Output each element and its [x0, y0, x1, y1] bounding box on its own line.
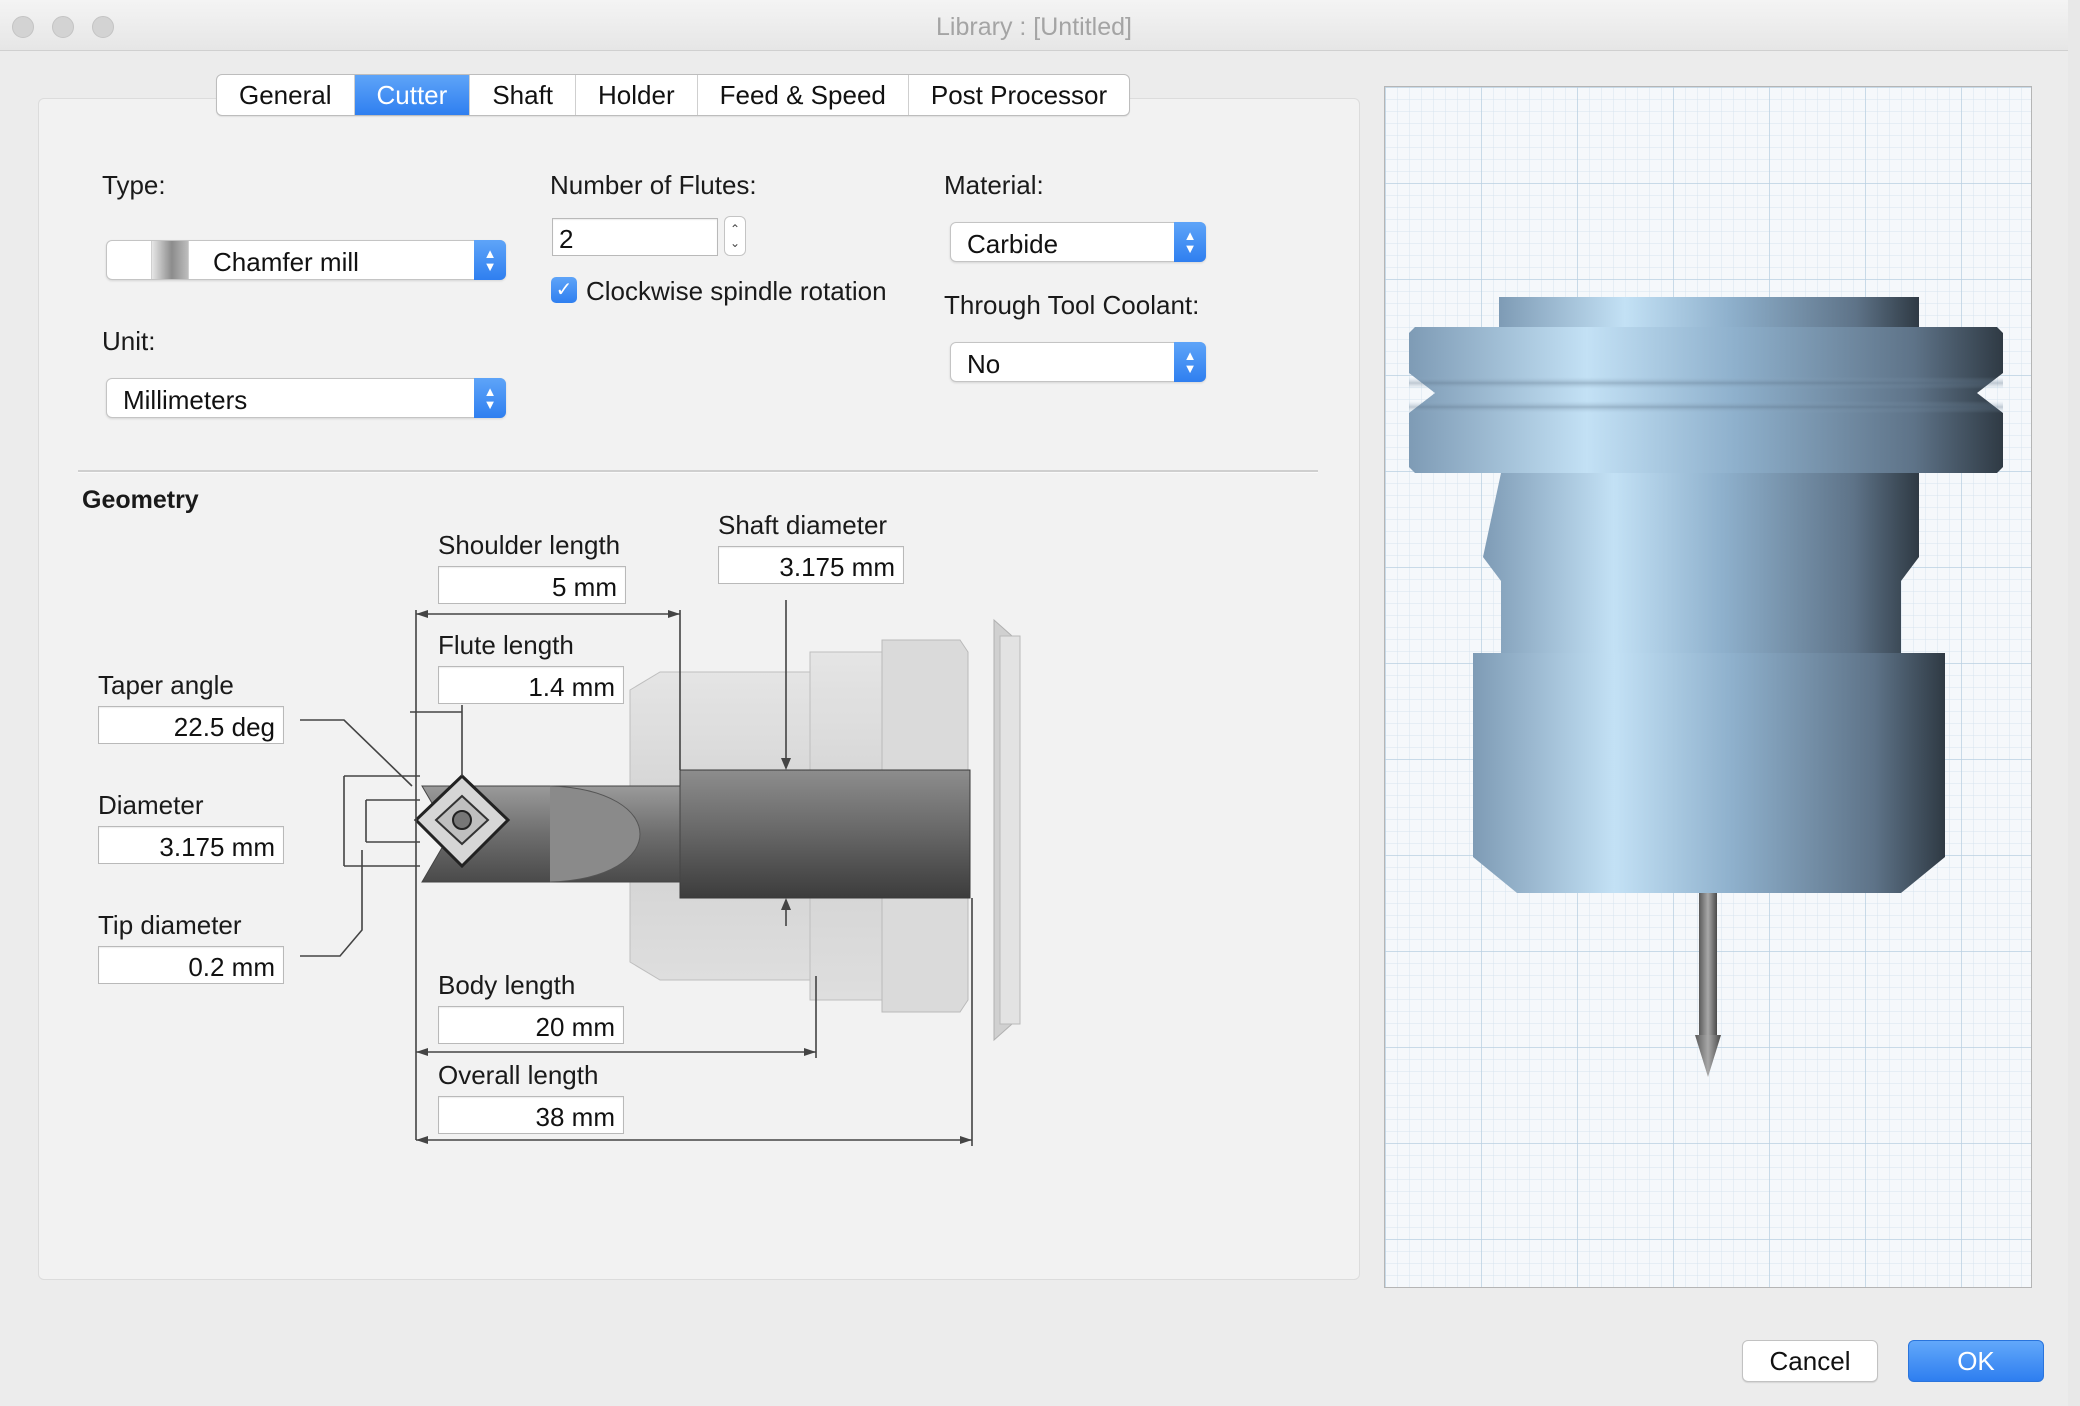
- tab-cutter[interactable]: Cutter: [354, 75, 471, 115]
- coolant-label: Through Tool Coolant:: [944, 290, 1200, 320]
- tab-bar: General Cutter Shaft Holder Feed & Speed…: [216, 74, 1131, 116]
- clockwise-spindle-label: Clockwise spindle rotation: [586, 276, 887, 306]
- material-label: Material:: [944, 170, 1044, 200]
- tool-3d-render: [1385, 87, 2031, 1287]
- body-length-input[interactable]: 20 mm: [438, 1006, 624, 1044]
- clockwise-spindle-checkbox[interactable]: ✓: [551, 277, 577, 303]
- tool-3d-preview[interactable]: [1384, 86, 2032, 1288]
- type-select-value: Chamfer mill: [213, 247, 359, 277]
- shoulder-length-label: Shoulder length: [438, 530, 621, 560]
- chamfer-mill-thumbnail-icon: [151, 241, 189, 279]
- material-select-value: Carbide: [967, 229, 1059, 259]
- title-bar: Library : [Untitled]: [0, 0, 2068, 51]
- tab-general[interactable]: General: [217, 75, 355, 115]
- tab-holder[interactable]: Holder: [576, 75, 698, 115]
- diameter-input[interactable]: 3.175 mm: [98, 826, 284, 864]
- chevron-updown-icon: ▲ ▼: [474, 378, 506, 418]
- coolant-select[interactable]: No ▲ ▼: [950, 342, 1206, 382]
- shaft-diameter-input[interactable]: 3.175 mm: [718, 546, 904, 584]
- body-length-label: Body length: [438, 970, 576, 1000]
- tab-post-processor[interactable]: Post Processor: [909, 75, 1129, 115]
- overall-length-value: 38 mm: [535, 1102, 615, 1132]
- body-length-value: 20 mm: [535, 1012, 615, 1042]
- tip-diameter-value: 0.2 mm: [188, 952, 275, 982]
- material-select[interactable]: Carbide ▲ ▼: [950, 222, 1206, 262]
- cancel-button[interactable]: Cancel: [1742, 1340, 1878, 1382]
- shaft-diameter-value: 3.175 mm: [779, 552, 895, 582]
- type-label: Type:: [102, 170, 166, 200]
- flute-length-value: 1.4 mm: [528, 672, 615, 702]
- window-title: Library : [Untitled]: [936, 13, 1132, 41]
- coolant-select-value: No: [967, 349, 1001, 379]
- shaft-diameter-label: Shaft diameter: [718, 510, 888, 540]
- chevron-updown-icon: ▲ ▼: [474, 240, 506, 280]
- taper-angle-input[interactable]: 22.5 deg: [98, 706, 284, 744]
- flute-length-input[interactable]: 1.4 mm: [438, 666, 624, 704]
- flutes-input[interactable]: 2: [552, 218, 718, 256]
- geometry-heading: Geometry: [82, 486, 199, 514]
- tip-diameter-input[interactable]: 0.2 mm: [98, 946, 284, 984]
- shoulder-length-value: 5 mm: [552, 572, 617, 602]
- overall-length-label: Overall length: [438, 1060, 599, 1090]
- taper-angle-value: 22.5 deg: [173, 712, 275, 742]
- desktop-edge: [2068, 0, 2080, 1406]
- overall-length-input[interactable]: 38 mm: [438, 1096, 624, 1134]
- tool-library-dialog: Library : [Untitled] General Cutter Shaf…: [0, 0, 2069, 1406]
- unit-select-value: Millimeters: [123, 385, 248, 415]
- tool-geometry-diagram: [300, 600, 1021, 1146]
- unit-label: Unit:: [102, 326, 156, 356]
- flutes-input-value: 2: [559, 224, 574, 254]
- shoulder-length-input[interactable]: 5 mm: [438, 566, 626, 604]
- chevron-updown-icon: ▲ ▼: [1174, 342, 1206, 382]
- tab-feed-speed[interactable]: Feed & Speed: [698, 75, 909, 115]
- tip-diameter-label: Tip diameter: [98, 910, 242, 940]
- ok-button[interactable]: OK: [1908, 1340, 2044, 1382]
- flute-length-label: Flute length: [438, 630, 574, 660]
- tab-shaft[interactable]: Shaft: [470, 75, 577, 115]
- flutes-stepper[interactable]: ⌃ ⌄: [724, 216, 746, 256]
- section-divider: [78, 470, 1318, 473]
- flutes-label: Number of Flutes:: [550, 170, 757, 200]
- diameter-label: Diameter: [98, 790, 204, 820]
- type-select[interactable]: Chamfer mill ▲ ▼: [106, 240, 506, 280]
- unit-select[interactable]: Millimeters ▲ ▼: [106, 378, 506, 418]
- chevron-updown-icon: ▲ ▼: [1174, 222, 1206, 262]
- taper-angle-label: Taper angle: [98, 670, 234, 700]
- diameter-value: 3.175 mm: [159, 832, 275, 862]
